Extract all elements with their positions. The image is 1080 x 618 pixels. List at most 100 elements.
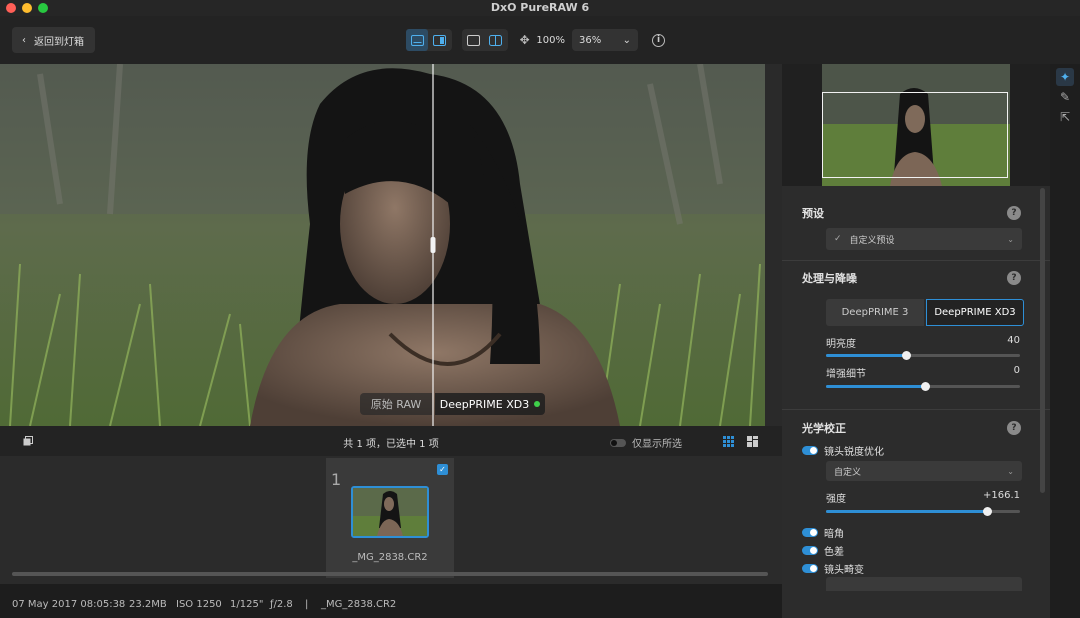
optics-help-icon[interactable]: ?	[1007, 421, 1021, 435]
zoom-fit-value[interactable]: 100%	[531, 35, 570, 46]
chromatic-aberration-toggle[interactable]	[802, 546, 818, 555]
title-bar: DxO PureRAW 6	[0, 0, 1080, 16]
strength-fill	[826, 510, 988, 513]
denoise-title: 处理与降噪	[802, 272, 857, 285]
image-viewer[interactable]: 原始 RAW DeepPRIME XD3	[0, 64, 765, 426]
distortion-toggle-row[interactable]: 镜头畸变	[802, 561, 864, 576]
mode-deepprime3[interactable]: DeepPRIME 3	[826, 299, 924, 326]
zoom-level-value: 36%	[579, 34, 602, 46]
processed-label: DeepPRIME XD3	[435, 393, 545, 415]
strength-value[interactable]: +166.1	[983, 490, 1020, 501]
grid-view-icon[interactable]	[723, 436, 734, 450]
capture-date: 07 May 2017 08:05:38	[12, 599, 126, 610]
strength-knob[interactable]	[983, 507, 993, 516]
filmstrip: 1 ✓ _MG_2838.CR2	[0, 456, 782, 584]
viewer-side-strip	[765, 64, 782, 426]
navigator[interactable]	[782, 64, 1050, 186]
chromatic-aberration-label: 色差	[824, 547, 844, 558]
vignetting-label: 暗角	[824, 529, 844, 540]
selected-checkbox[interactable]: ✓	[437, 464, 448, 475]
detail-label: 增强细节	[826, 369, 866, 380]
detail-slider[interactable]	[826, 382, 1020, 391]
compare-mode-group	[406, 29, 452, 51]
original-raw-label: 原始 RAW	[360, 393, 432, 415]
luminance-slider[interactable]	[826, 351, 1020, 360]
processed-label-text: DeepPRIME XD3	[439, 397, 530, 411]
preset-value: 自定义预设	[849, 235, 895, 246]
zoom-group: ✥ 100%	[518, 29, 570, 51]
photo-preview	[0, 64, 765, 426]
lens-sharpness-toggle-row[interactable]: 镜头锐度优化	[802, 443, 884, 458]
panel-scrollbar[interactable]	[1040, 188, 1045, 493]
detail-fill	[826, 385, 925, 388]
thumbnail-image[interactable]	[351, 486, 429, 538]
aperture: ƒ/2.8	[270, 599, 293, 610]
toolbar: ‹ 返回到灯箱 ✥ 100% 36% ⌄ i	[0, 16, 1080, 64]
luminance-label: 明亮度	[826, 339, 856, 350]
thumbnail-index: 1	[331, 470, 342, 489]
view-layout-group	[462, 29, 508, 51]
split-side-icon[interactable]	[428, 29, 450, 51]
toggle-switch[interactable]	[610, 438, 626, 447]
distortion-label: 镜头畸变	[824, 565, 864, 576]
strength-label: 强度	[826, 494, 846, 505]
filmstrip-scrollbar[interactable]	[12, 572, 768, 576]
lens-sharpness-toggle[interactable]	[802, 446, 818, 455]
chevron-left-icon: ‹	[22, 34, 26, 46]
back-label: 返回到灯箱	[34, 36, 84, 48]
single-view-icon[interactable]	[462, 29, 484, 51]
check-icon: ✓	[834, 234, 842, 244]
thumbnail-card[interactable]: 1 ✓ _MG_2838.CR2	[326, 458, 454, 578]
status-dot-icon	[534, 401, 541, 407]
mosaic-view-icon[interactable]	[747, 436, 758, 450]
section-divider	[782, 260, 1050, 261]
mode-deepprime-xd3[interactable]: DeepPRIME XD3	[926, 299, 1024, 326]
preset-select[interactable]: ✓ 自定义预设 ⌄	[826, 228, 1022, 250]
only-selected-label: 仅显示所选	[632, 439, 682, 450]
chevron-down-icon: ⌄	[1007, 466, 1014, 476]
export-tool-icon[interactable]: ⇱	[1056, 108, 1074, 126]
chevron-down-icon: ⌄	[622, 34, 631, 46]
distortion-select[interactable]	[826, 577, 1022, 591]
shutter-speed: 1/125"	[230, 599, 264, 610]
settings-panel: 预设 ? ✓ 自定义预设 ⌄ 处理与降噪 ? DeepPRIME 3 DeepP…	[782, 64, 1050, 618]
vignetting-toggle-row[interactable]: 暗角	[802, 525, 844, 540]
thumbnail-filename: _MG_2838.CR2	[352, 552, 428, 563]
strength-slider[interactable]	[826, 507, 1020, 516]
vignetting-toggle[interactable]	[802, 528, 818, 537]
status-bar: 07 May 2017 08:05:38 23.2MB ISO 1250 1/1…	[0, 584, 782, 618]
luminance-fill	[826, 354, 906, 357]
detail-knob[interactable]	[920, 382, 930, 391]
split-horizontal-icon[interactable]	[406, 29, 428, 51]
denoise-help-icon[interactable]: ?	[1007, 271, 1021, 285]
window-title: DxO PureRAW 6	[490, 1, 590, 14]
status-separator: |	[305, 599, 309, 610]
brush-tool-icon[interactable]: ✎	[1056, 88, 1074, 106]
only-selected-toggle[interactable]: 仅显示所选	[610, 435, 682, 450]
chromatic-aberration-toggle-row[interactable]: 色差	[802, 543, 844, 558]
denoise-tool-icon[interactable]: ✦	[1056, 68, 1074, 86]
info-icon[interactable]: i	[652, 34, 665, 47]
zoom-level-select[interactable]: 36% ⌄	[572, 29, 638, 51]
back-to-lightbox-button[interactable]: ‹ 返回到灯箱	[12, 27, 95, 53]
luminance-value[interactable]: 40	[1007, 335, 1020, 346]
pan-move-icon[interactable]: ✥	[518, 29, 531, 51]
optics-title: 光学校正	[802, 422, 846, 435]
detail-value[interactable]: 0	[1014, 365, 1020, 376]
sharpness-mode-value: 自定义	[834, 467, 862, 478]
section-divider	[782, 409, 1050, 410]
navigator-viewport-frame[interactable]	[822, 92, 1008, 178]
filmstrip-header: 共 1 项，已选中 1 项 仅显示所选	[0, 426, 782, 456]
file-size: 23.2MB	[129, 599, 167, 610]
distortion-toggle[interactable]	[802, 564, 818, 573]
iso-value: ISO 1250	[176, 599, 222, 610]
preset-title: 预设	[802, 207, 824, 220]
split-view-icon[interactable]	[484, 29, 506, 51]
status-filename: _MG_2838.CR2	[321, 599, 397, 610]
tool-strip: ✦ ✎ ⇱	[1050, 64, 1080, 618]
lens-sharpness-label: 镜头锐度优化	[824, 447, 884, 458]
luminance-knob[interactable]	[901, 351, 911, 360]
sharpness-mode-select[interactable]: 自定义 ⌄	[826, 461, 1022, 481]
preset-help-icon[interactable]: ?	[1007, 206, 1021, 220]
chevron-down-icon: ⌄	[1007, 234, 1014, 244]
